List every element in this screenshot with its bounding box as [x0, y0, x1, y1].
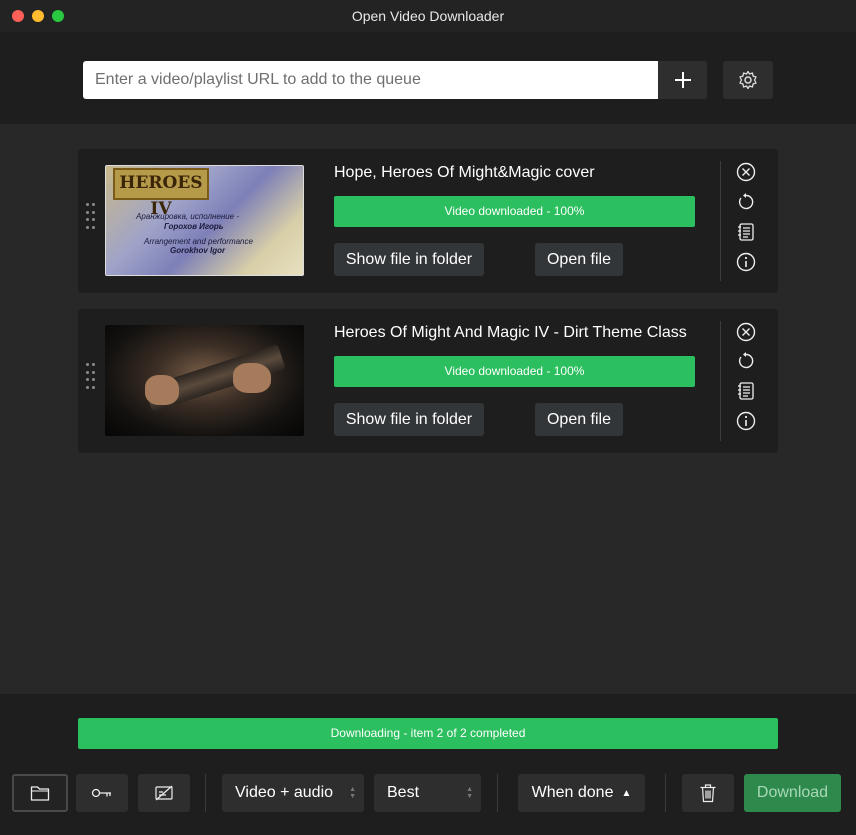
cookies-button[interactable] [76, 774, 128, 812]
subtitles-off-icon [155, 785, 173, 801]
divider [665, 774, 666, 812]
divider [205, 774, 206, 812]
select-arrows-icon: ▲ ▼ [466, 786, 473, 800]
item-info-button[interactable] [735, 251, 757, 273]
url-input[interactable] [83, 61, 658, 99]
log-icon [738, 382, 754, 400]
format-select[interactable]: Video + audio ▲ ▼ [222, 774, 364, 812]
format-select-value: Video + audio [235, 784, 334, 801]
item-progress-bar: Video downloaded - 100% [334, 356, 695, 387]
queue-item: Heroes Of Might And Magic IV - Dirt Them… [78, 309, 778, 453]
settings-button[interactable] [723, 61, 773, 99]
quality-select[interactable]: Best ▲ ▼ [374, 774, 481, 812]
subtitles-button[interactable] [138, 774, 190, 812]
download-folder-button[interactable] [12, 774, 68, 812]
thumbnail-caption: Arrangement and performance [144, 237, 253, 246]
restart-item-button[interactable] [735, 350, 757, 372]
item-title: Hope, Heroes Of Might&Magic cover [334, 164, 595, 181]
video-thumbnail [105, 325, 304, 436]
restart-item-button[interactable] [735, 191, 757, 213]
log-icon [738, 223, 754, 241]
select-arrows-icon: ▲ ▼ [349, 786, 356, 800]
download-button[interactable]: Download [744, 774, 841, 812]
drag-handle-icon[interactable] [86, 363, 96, 391]
thumbnail-hand [233, 363, 271, 393]
item-log-button[interactable] [735, 221, 757, 243]
divider [497, 774, 498, 812]
queue-item: HEROES IV Аранжировка, исполнение - Горо… [78, 149, 778, 293]
close-circle-icon [736, 162, 756, 182]
total-progress-bar: Downloading - item 2 of 2 completed [78, 718, 778, 749]
video-thumbnail: HEROES IV Аранжировка, исполнение - Горо… [105, 165, 304, 276]
show-in-folder-button[interactable]: Show file in folder [334, 243, 484, 276]
close-circle-icon [736, 322, 756, 342]
item-progress-bar: Video downloaded - 100% [334, 196, 695, 227]
caret-up-icon: ▲ [621, 787, 632, 799]
clear-queue-button[interactable] [682, 774, 734, 812]
add-url-button[interactable] [658, 61, 707, 99]
remove-item-button[interactable] [735, 161, 757, 183]
divider [720, 321, 721, 441]
key-icon [91, 788, 111, 798]
divider [720, 161, 721, 281]
thumbnail-logo: HEROES IV [113, 168, 209, 219]
quality-select-value: Best [387, 784, 420, 801]
info-icon [736, 252, 756, 272]
restart-icon [738, 352, 754, 369]
thumbnail-caption: Горохов Игорь [164, 222, 224, 231]
thumbnail-hand [145, 375, 179, 405]
item-title: Heroes Of Might And Magic IV - Dirt Them… [334, 324, 687, 341]
open-file-button[interactable]: Open file [535, 243, 623, 276]
info-icon [736, 411, 756, 431]
trash-icon [700, 784, 716, 803]
download-queue: HEROES IV Аранжировка, исполнение - Горо… [0, 124, 856, 694]
open-file-button[interactable]: Open file [535, 403, 623, 436]
when-done-label: When done [531, 784, 614, 801]
url-bar [0, 32, 856, 124]
drag-handle-icon[interactable] [86, 203, 96, 231]
title-bar: Open Video Downloader [0, 0, 856, 32]
thumbnail-caption: Gorokhov Igor [170, 246, 226, 255]
footer-toolbar: Downloading - item 2 of 2 completed Vide… [0, 694, 856, 835]
remove-item-button[interactable] [735, 321, 757, 343]
show-in-folder-button[interactable]: Show file in folder [334, 403, 484, 436]
item-info-button[interactable] [735, 410, 757, 432]
plus-icon [674, 72, 691, 88]
item-log-button[interactable] [735, 380, 757, 402]
window-title: Open Video Downloader [351, 8, 505, 24]
folder-icon [30, 786, 50, 801]
thumbnail-caption: Аранжировка, исполнение - [136, 212, 240, 221]
when-done-dropdown[interactable]: When done ▲ [518, 774, 645, 812]
gear-icon [739, 70, 757, 90]
restart-icon [738, 193, 754, 210]
